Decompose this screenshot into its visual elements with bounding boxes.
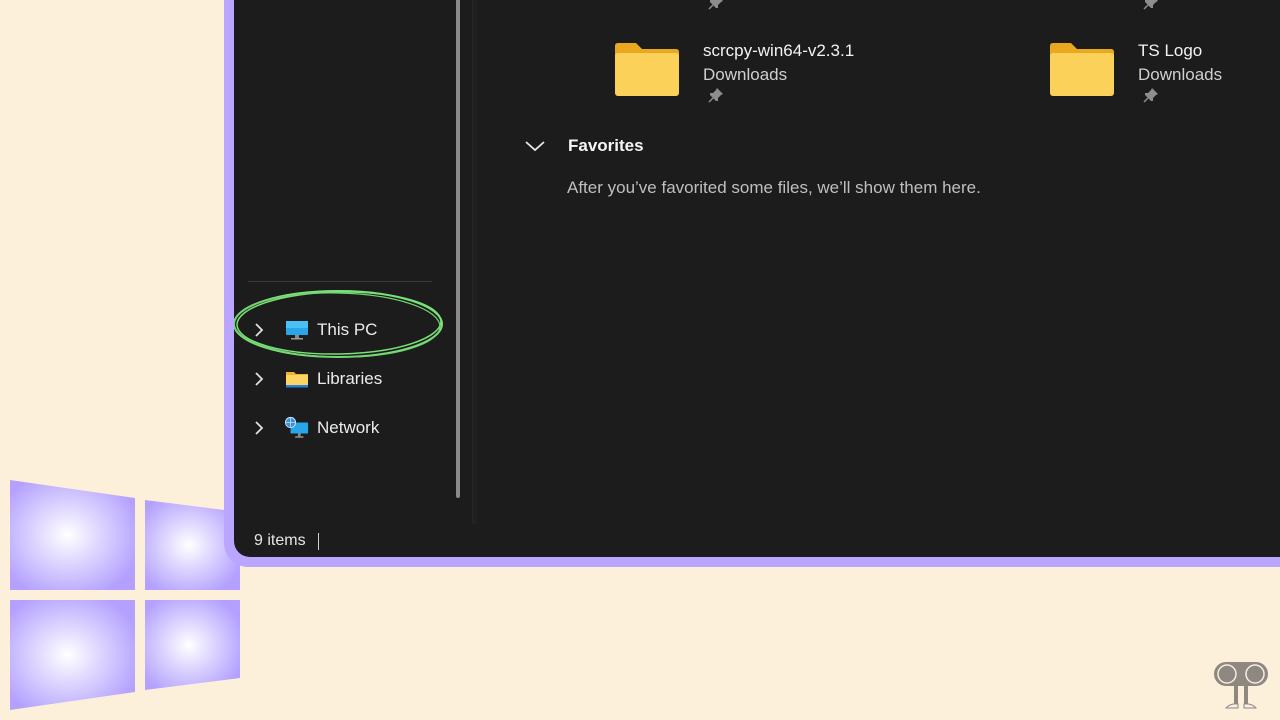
nav-item-label: Network [317,418,380,437]
nav-item-label: Libraries [317,369,383,388]
status-bar: 9 items [254,532,319,550]
chevron-down-icon[interactable] [524,139,546,153]
pin-icon [708,0,723,10]
quick-access-tile[interactable]: TS Logo Downloads [1048,41,1223,98]
windows-logo-icon [10,480,240,710]
brand-logo-icon [1214,662,1268,709]
nav-divider [248,281,432,282]
favorites-section-header[interactable]: Favorites [524,136,644,156]
pin-icon [1143,0,1158,10]
folder-icon [285,369,309,389]
tile-location: Downloads [1138,65,1223,84]
pin-icon[interactable] [708,87,724,103]
chevron-right-icon[interactable] [254,421,268,435]
favorites-title: Favorites [568,136,644,155]
folder-icon [615,43,679,96]
nav-item-libraries[interactable]: Libraries [234,359,454,399]
folder-icon [1050,43,1114,96]
navigation-pane: This PC Libraries Network [234,0,460,524]
item-count: 9 items [254,532,306,549]
nav-item-network[interactable]: Network [234,408,454,448]
tile-name: scrcpy-win64-v2.3.1 [703,41,855,60]
pin-icon[interactable] [1143,87,1159,103]
network-icon [285,416,309,438]
status-separator [317,532,319,550]
quick-access-tile[interactable]: scrcpy-win64-v2.3.1 Downloads [613,41,855,98]
nav-pane-scrollbar[interactable] [456,0,460,498]
home-content: scrcpy-win64-v2.3.1 Downloads TS Logo Do… [476,0,1280,524]
highlight-circle-annotation [234,290,443,358]
chevron-right-icon[interactable] [254,372,268,386]
file-explorer-window: This PC Libraries Network scrcpy-win64-v… [234,0,1280,557]
tile-name: TS Logo [1138,41,1203,60]
favorites-empty-message: After you’ve favorited some files, we’ll… [567,178,981,197]
tile-location: Downloads [703,65,788,84]
